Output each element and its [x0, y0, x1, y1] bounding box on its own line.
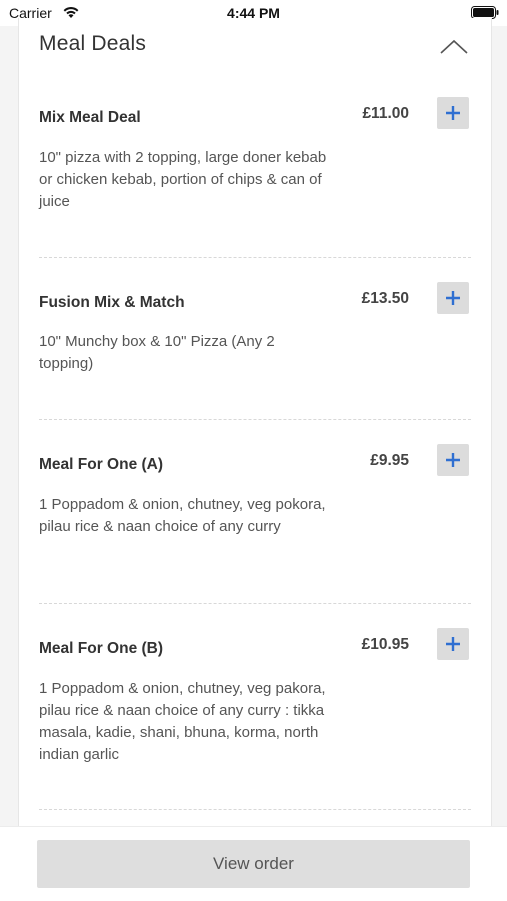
plus-icon — [446, 291, 460, 305]
item-divider — [39, 419, 471, 420]
add-item-button[interactable] — [437, 97, 469, 129]
item-name: Fusion Mix & Match — [39, 294, 185, 311]
plus-icon — [446, 106, 460, 120]
collapse-section-button[interactable] — [439, 38, 469, 56]
section-title: Meal Deals — [39, 32, 147, 55]
item-price: £9.95 — [370, 452, 409, 469]
item-description: 10" Munchy box & 10" Pizza (Any 2 toppin… — [39, 333, 275, 372]
meal-deals-card: Meal Deals Mix Meal Deal £11.00 10" pizz… — [18, 18, 492, 826]
item-description: 10" pizza with 2 topping, large doner ke… — [39, 149, 327, 210]
add-item-button[interactable] — [437, 282, 469, 314]
item-name: Meal For One (B) — [39, 640, 164, 657]
add-item-button[interactable] — [437, 444, 469, 476]
item-price: £13.50 — [361, 290, 409, 307]
item-name: Mix Meal Deal — [39, 109, 141, 126]
item-name: Meal For One (A) — [39, 456, 164, 473]
item-price: £11.00 — [362, 105, 409, 122]
item-description: 1 Poppadom & onion, chutney, veg pakora,… — [39, 680, 326, 763]
item-divider — [39, 603, 471, 604]
item-description: 1 Poppadom & onion, chutney, veg pokora,… — [39, 496, 326, 535]
plus-icon — [446, 453, 460, 467]
item-divider — [39, 809, 471, 810]
add-item-button[interactable] — [437, 628, 469, 660]
bottom-bar: View order — [0, 826, 507, 901]
item-price: £10.95 — [361, 636, 409, 653]
item-divider — [39, 257, 471, 258]
plus-icon — [446, 637, 460, 651]
chevron-up-icon — [440, 39, 468, 54]
view-order-button[interactable]: View order — [37, 840, 470, 888]
